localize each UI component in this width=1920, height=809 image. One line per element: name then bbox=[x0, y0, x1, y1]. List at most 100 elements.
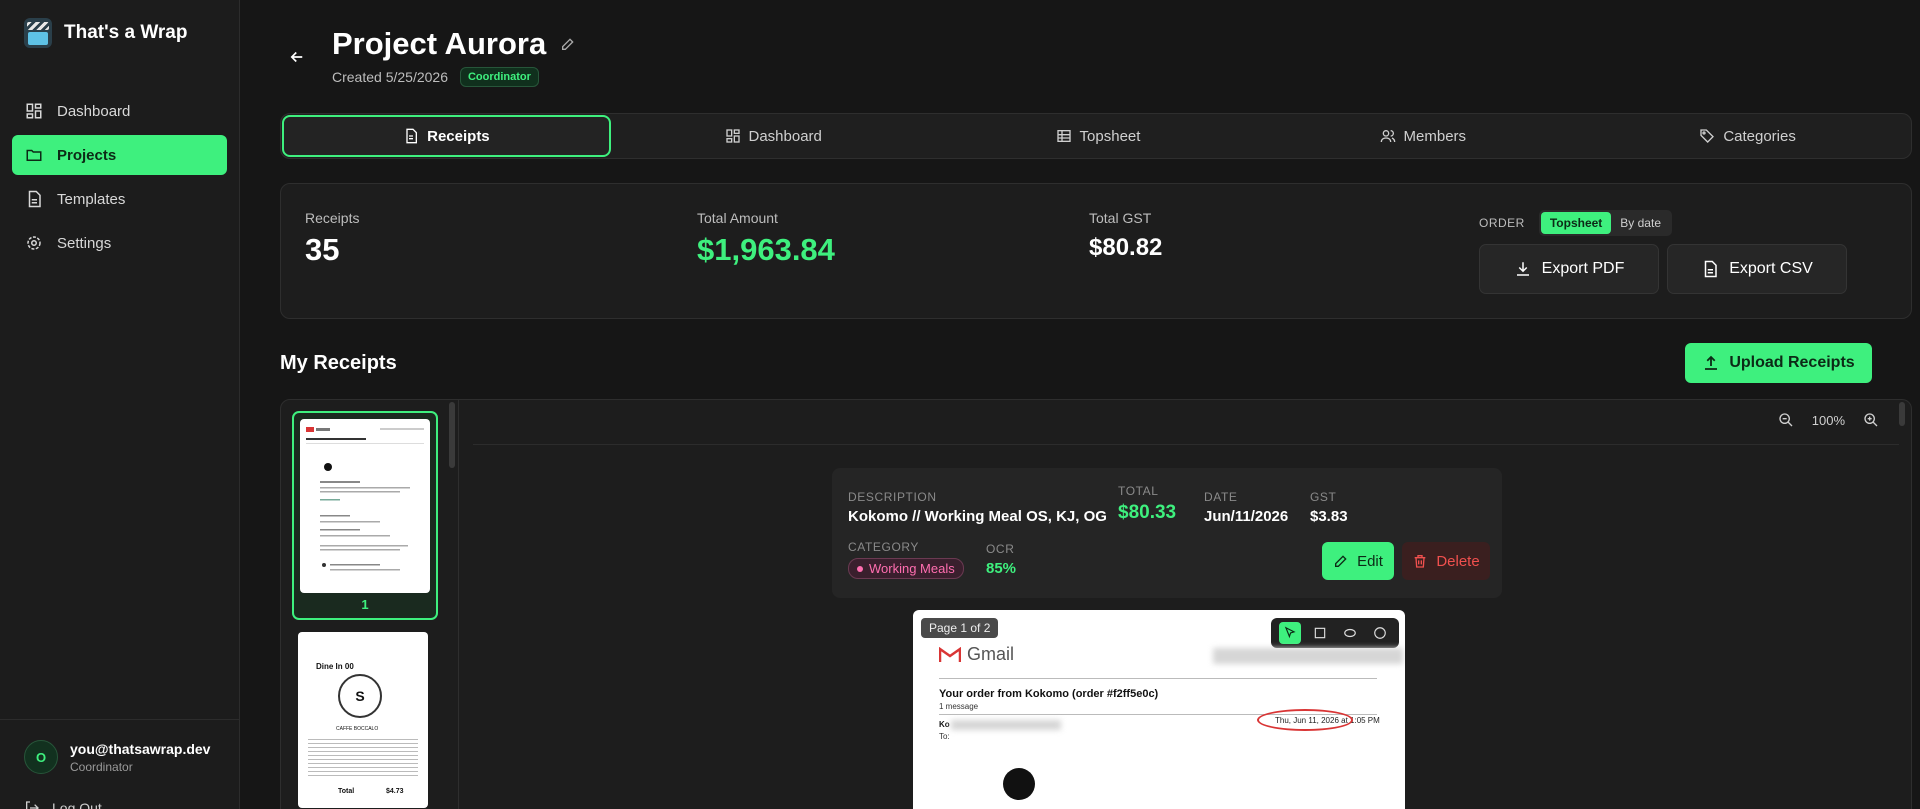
total-value: $80.33 bbox=[1118, 502, 1177, 523]
tab-label: Receipts bbox=[427, 127, 490, 145]
divider bbox=[939, 678, 1377, 679]
clapperboard-logo-icon bbox=[24, 18, 52, 48]
sidebar-item-dashboard[interactable]: Dashboard bbox=[12, 91, 227, 131]
description-field: DESCRIPTION Kokomo // Working Meal OS, K… bbox=[848, 490, 1107, 525]
tab-receipts[interactable]: Receipts bbox=[282, 115, 611, 157]
tab-members[interactable]: Members bbox=[1260, 115, 1585, 157]
thumbnail-number: 1 bbox=[361, 597, 369, 612]
order-by-date-button[interactable]: By date bbox=[1611, 212, 1670, 234]
thumbnail-image: Dine In 00 S CAFFE BOCCALO Total $4.73 bbox=[298, 632, 428, 808]
user-email: you@thatsawrap.dev bbox=[70, 740, 211, 757]
back-button[interactable] bbox=[288, 48, 306, 71]
stat-label: Total GST bbox=[1089, 210, 1152, 226]
project-meta: Created 5/25/2026 Coordinator bbox=[332, 67, 539, 87]
page-indicator: Page 1 of 2 bbox=[921, 618, 999, 638]
users-icon bbox=[1380, 130, 1395, 143]
logout-icon bbox=[26, 801, 39, 809]
receipt-thumbnail[interactable]: Dine In 00 S CAFFE BOCCALO Total $4.73 bbox=[292, 632, 438, 809]
email-from: Ko bbox=[939, 720, 950, 729]
tab-categories[interactable]: Categories bbox=[1585, 115, 1910, 157]
date-field: DATE Jun/11/2026 bbox=[1204, 490, 1288, 525]
table-icon bbox=[1056, 130, 1071, 142]
field-label: CATEGORY bbox=[848, 540, 920, 554]
tab-label: Dashboard bbox=[748, 127, 822, 145]
sidebar-item-templates[interactable]: Templates bbox=[12, 179, 227, 219]
description-value: Kokomo // Working Meal OS, KJ, OG bbox=[848, 508, 1107, 525]
select-tool[interactable] bbox=[1279, 622, 1301, 644]
sidebar-item-label: Templates bbox=[57, 190, 126, 208]
sidebar-item-label: Dashboard bbox=[57, 102, 131, 120]
sidebar-item-label: Projects bbox=[57, 146, 117, 164]
tab-dashboard[interactable]: Dashboard bbox=[611, 115, 936, 157]
avatar: O bbox=[24, 740, 58, 774]
download-icon bbox=[1516, 262, 1529, 276]
thumb-dine-in: Dine In 00 bbox=[316, 662, 354, 671]
project-tabs: Receipts Dashboard Topsheet Members Cate… bbox=[280, 113, 1912, 159]
tab-topsheet[interactable]: Topsheet bbox=[936, 115, 1261, 157]
circle-tool[interactable] bbox=[1369, 622, 1391, 644]
annotation-ellipse[interactable] bbox=[1257, 709, 1353, 731]
zoom-in-icon[interactable] bbox=[1863, 412, 1879, 428]
square-icon bbox=[1314, 627, 1326, 639]
user-profile[interactable]: O you@thatsawrap.dev Coordinator bbox=[24, 740, 210, 774]
zoom-level: 100% bbox=[1811, 412, 1845, 428]
edit-button[interactable]: Edit bbox=[1322, 542, 1394, 580]
tab-label: Members bbox=[1403, 127, 1467, 145]
field-label: DESCRIPTION bbox=[848, 490, 937, 504]
upload-label: Upload Receipts bbox=[1729, 354, 1855, 371]
receipt-thumbnail[interactable]: 1 bbox=[292, 411, 438, 620]
total-field: TOTAL $80.33 bbox=[1118, 484, 1176, 524]
thumb-total-value: $4.73 bbox=[386, 788, 404, 795]
receipt-icon bbox=[406, 128, 418, 144]
export-csv-label: Export CSV bbox=[1729, 260, 1813, 277]
category-field: CATEGORY Working Meals bbox=[848, 540, 964, 579]
order-segmented-control: Topsheet By date bbox=[1538, 210, 1672, 236]
date-value: Jun/11/2026 bbox=[1204, 508, 1289, 525]
dashboard-icon bbox=[725, 129, 740, 143]
viewer-scrollbar[interactable] bbox=[1899, 402, 1905, 426]
order-topsheet-button[interactable]: Topsheet bbox=[1540, 212, 1612, 234]
delete-label: Delete bbox=[1436, 552, 1480, 570]
order-toggle: ORDER Topsheet By date bbox=[1479, 210, 1672, 236]
ellipse-icon bbox=[1344, 628, 1356, 638]
receipt-details: DESCRIPTION Kokomo // Working Meal OS, K… bbox=[832, 468, 1502, 598]
receipt-lines bbox=[308, 736, 418, 776]
edit-label: Edit bbox=[1357, 552, 1383, 570]
upload-receipts-button[interactable]: Upload Receipts bbox=[1685, 343, 1872, 383]
rectangle-tool[interactable] bbox=[1309, 622, 1331, 644]
role-badge: Coordinator bbox=[459, 67, 539, 87]
category-badge: Working Meals bbox=[848, 558, 964, 579]
pencil-icon bbox=[1335, 555, 1347, 567]
logout-button[interactable]: Log Out bbox=[24, 800, 102, 809]
thumbnail-scrollbar[interactable] bbox=[449, 402, 455, 468]
sidebar-item-label: Settings bbox=[57, 234, 112, 252]
ellipse-tool[interactable] bbox=[1339, 622, 1361, 644]
stat-total: Total Amount $1,963.84 bbox=[697, 210, 835, 268]
brand[interactable]: That's a Wrap bbox=[24, 18, 187, 48]
zoom-out-icon[interactable] bbox=[1778, 412, 1794, 428]
page-title: Project Aurora bbox=[332, 26, 576, 62]
sidebar-item-settings[interactable]: Settings bbox=[12, 223, 227, 263]
sidebar-item-projects[interactable]: Projects bbox=[12, 135, 227, 175]
stat-gst: Total GST $80.82 bbox=[1089, 210, 1162, 262]
stat-label: Receipts bbox=[305, 210, 360, 226]
folder-icon bbox=[26, 149, 42, 161]
tab-label: Categories bbox=[1723, 127, 1796, 145]
export-pdf-button[interactable]: Export PDF bbox=[1479, 244, 1659, 294]
ocr-value: 85% bbox=[986, 560, 1017, 577]
thumbnail-image bbox=[300, 419, 430, 593]
section-title: My Receipts bbox=[280, 352, 397, 374]
created-date: Created 5/25/2026 bbox=[332, 69, 448, 85]
thumbnail-list: 1 Dine In 00 S CAFFE BOCCALO Total $4.73 bbox=[281, 400, 459, 809]
field-label: GST bbox=[1310, 490, 1337, 504]
upload-icon bbox=[1705, 355, 1718, 370]
user-role: Coordinator bbox=[70, 759, 133, 774]
export-pdf-label: Export PDF bbox=[1541, 260, 1625, 277]
category-dot bbox=[857, 565, 863, 572]
export-csv-button[interactable]: Export CSV bbox=[1667, 244, 1847, 294]
thumb-total: Total bbox=[338, 788, 355, 795]
delete-button[interactable]: Delete bbox=[1402, 542, 1490, 580]
circle-icon bbox=[1374, 627, 1386, 639]
receipt-document: Page 1 of 2 Gmail Your order from Kokomo… bbox=[913, 610, 1405, 809]
pencil-icon[interactable] bbox=[560, 36, 576, 52]
